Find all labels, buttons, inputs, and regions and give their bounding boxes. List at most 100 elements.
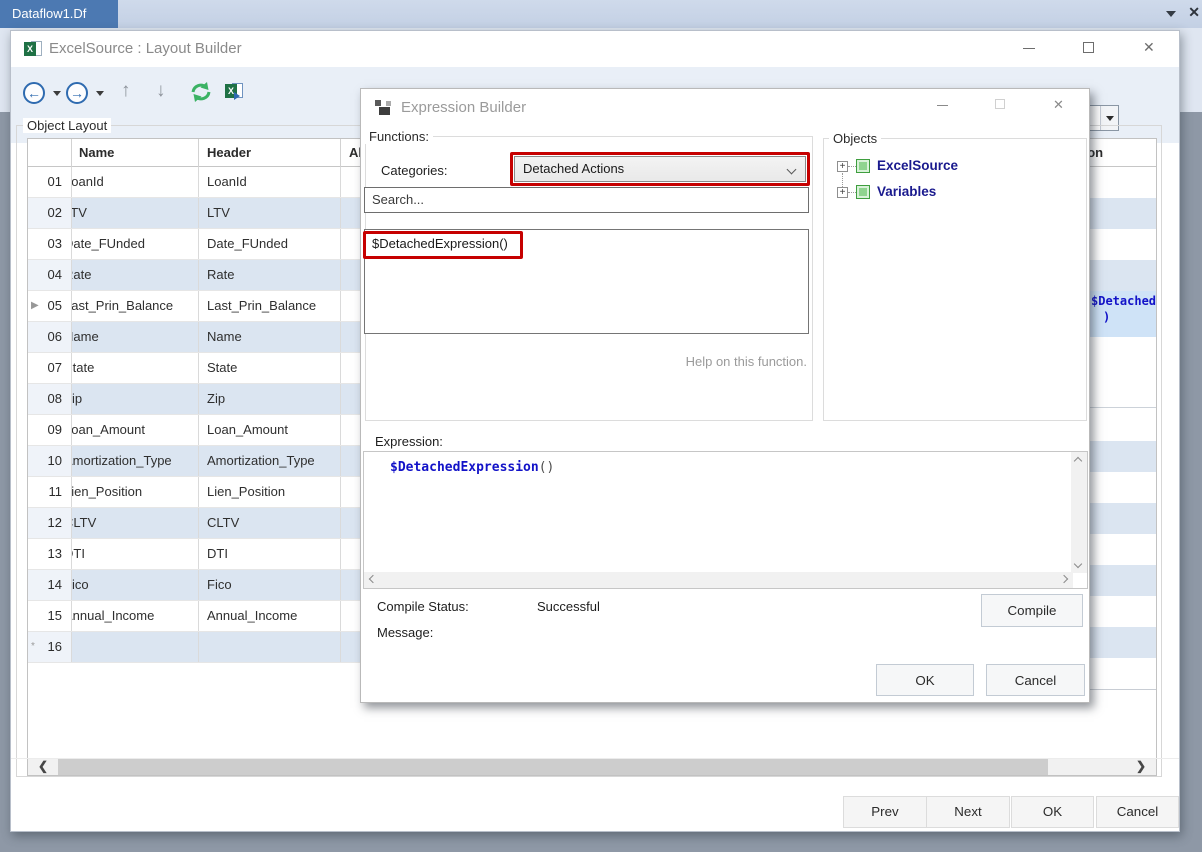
row-number-cell[interactable]: 14	[28, 570, 72, 600]
header-cell[interactable]: LoanId	[199, 167, 341, 197]
name-cell[interactable]: CLTV	[72, 508, 199, 538]
scrollbar-thumb[interactable]	[58, 758, 1048, 776]
scroll-left-icon[interactable]: ❮	[28, 758, 58, 776]
dialog-cancel-button[interactable]: Cancel	[986, 664, 1085, 696]
row-number-cell[interactable]: 13	[28, 539, 72, 569]
name-cell[interactable]: Date_FUnded	[72, 229, 199, 259]
expression-horizontal-scrollbar[interactable]	[364, 572, 1073, 588]
cancel-button[interactable]: Cancel	[1096, 796, 1179, 828]
expand-plus-icon[interactable]: +	[837, 161, 848, 172]
tree-node-variables[interactable]: + Variables	[837, 184, 1037, 202]
row-number-cell[interactable]: 12	[28, 508, 72, 538]
tree-node-excelsource[interactable]: + ExcelSource	[837, 158, 1037, 176]
header-cell[interactable]	[199, 632, 341, 662]
expression-vertical-scrollbar[interactable]	[1071, 452, 1087, 573]
name-cell[interactable]	[72, 632, 199, 662]
row-number-cell[interactable]: 10	[28, 446, 72, 476]
scroll-right-icon[interactable]: ❯	[1126, 758, 1156, 776]
maximize-button[interactable]	[1083, 39, 1094, 53]
dialog-close-button[interactable]: ✕	[1053, 97, 1064, 113]
dialog-ok-button[interactable]: OK	[876, 664, 974, 696]
function-list[interactable]: $DetachedExpression()	[364, 229, 809, 334]
move-up-icon[interactable]: ↑	[121, 80, 131, 102]
row-number-cell[interactable]: 06	[28, 322, 72, 352]
row-number-cell[interactable]: 15	[28, 601, 72, 631]
row-selector-header[interactable]	[28, 139, 72, 167]
row-number-cell[interactable]: 11	[28, 477, 72, 507]
name-cell[interactable]: State	[72, 353, 199, 383]
compile-button[interactable]: Compile	[981, 594, 1083, 627]
header-cell[interactable]: Last_Prin_Balance	[199, 291, 341, 321]
name-cell[interactable]: Lien_Position	[72, 477, 199, 507]
name-cell[interactable]: Loan_Amount	[72, 415, 199, 445]
forward-dropdown-icon[interactable]	[96, 91, 104, 96]
name-cell[interactable]: Name	[72, 322, 199, 352]
back-dropdown-icon[interactable]	[53, 91, 61, 96]
header-cell[interactable]: Annual_Income	[199, 601, 341, 631]
name-cell[interactable]: Rate	[72, 260, 199, 290]
back-icon[interactable]: ←	[23, 82, 45, 104]
header-cell[interactable]: CLTV	[199, 508, 341, 538]
tab-dataflow1[interactable]: Dataflow1.Df	[0, 0, 118, 28]
tab-close-icon[interactable]: ✕	[1188, 4, 1200, 21]
header-cell[interactable]: Date_FUnded	[199, 229, 341, 259]
header-cell[interactable]: Amortization_Type	[199, 446, 341, 476]
dialog-minimize-button[interactable]	[937, 97, 948, 106]
header-cell[interactable]: Fico	[199, 570, 341, 600]
tab-list-dropdown-icon[interactable]	[1166, 11, 1176, 17]
row-number-cell[interactable]: 05	[28, 291, 72, 321]
grid-horizontal-scrollbar[interactable]: ❮ ❯	[28, 758, 1156, 776]
header-cell[interactable]: Lien_Position	[199, 477, 341, 507]
scroll-down-icon[interactable]	[1074, 560, 1082, 568]
name-cell[interactable]: Annual_Income	[72, 601, 199, 631]
search-input[interactable]: Search...	[364, 187, 809, 213]
header-cell[interactable]: State	[199, 353, 341, 383]
header-cell[interactable]: Zip	[199, 384, 341, 414]
scroll-right-icon[interactable]	[1060, 575, 1068, 583]
name-cell[interactable]: DTI	[72, 539, 199, 569]
name-cell-text: Amortization_Type	[72, 446, 172, 476]
name-cell[interactable]: Last_Prin_Balance	[72, 291, 199, 321]
row-number-cell[interactable]: 16	[28, 632, 72, 662]
ok-button[interactable]: OK	[1011, 796, 1094, 828]
header-cell[interactable]: Rate	[199, 260, 341, 290]
move-down-icon[interactable]: ↓	[156, 80, 166, 102]
refresh-icon[interactable]	[189, 81, 213, 106]
header-cell[interactable]: Name	[199, 322, 341, 352]
name-cell[interactable]: Zip	[72, 384, 199, 414]
header-cell[interactable]: DTI	[199, 539, 341, 569]
close-button[interactable]: ✕	[1143, 39, 1155, 56]
row-number-cell[interactable]: 01	[28, 167, 72, 197]
categories-combobox[interactable]: Detached Actions	[514, 156, 806, 182]
header-cell[interactable]: LTV	[199, 198, 341, 228]
minimize-button[interactable]	[1023, 39, 1035, 49]
row-number-cell[interactable]: 02	[28, 198, 72, 228]
next-button[interactable]: Next	[926, 796, 1010, 828]
expression-editor[interactable]: $DetachedExpression()	[363, 451, 1088, 589]
help-link[interactable]: Help on this function.	[686, 354, 807, 369]
column-header-header[interactable]: Header	[199, 139, 341, 167]
tree-node-label[interactable]: Variables	[877, 184, 936, 199]
expand-plus-icon[interactable]: +	[837, 187, 848, 198]
document-tab-strip: Dataflow1.Df ✕	[0, 0, 1202, 28]
column-header-name[interactable]: Name	[72, 139, 199, 167]
tree-node-label[interactable]: ExcelSource	[877, 158, 958, 173]
export-excel-icon[interactable]: X	[225, 82, 244, 99]
row-number-cell[interactable]: 08	[28, 384, 72, 414]
function-list-item[interactable]: $DetachedExpression()	[372, 236, 508, 251]
prev-button[interactable]: Prev	[843, 796, 927, 828]
row-number-cell[interactable]: 04	[28, 260, 72, 290]
scroll-left-icon[interactable]	[369, 575, 377, 583]
name-cell[interactable]: LoanId	[72, 167, 199, 197]
name-cell-text: Loan_Amount	[72, 415, 145, 445]
forward-icon[interactable]: →	[66, 82, 88, 104]
row-number-cell[interactable]: 03	[28, 229, 72, 259]
scroll-up-icon[interactable]	[1074, 457, 1082, 465]
divider	[11, 758, 1179, 759]
row-number-cell[interactable]: 09	[28, 415, 72, 445]
name-cell[interactable]: Fico	[72, 570, 199, 600]
header-cell[interactable]: Loan_Amount	[199, 415, 341, 445]
name-cell[interactable]: LTV	[72, 198, 199, 228]
row-number-cell[interactable]: 07	[28, 353, 72, 383]
name-cell[interactable]: Amortization_Type	[72, 446, 199, 476]
